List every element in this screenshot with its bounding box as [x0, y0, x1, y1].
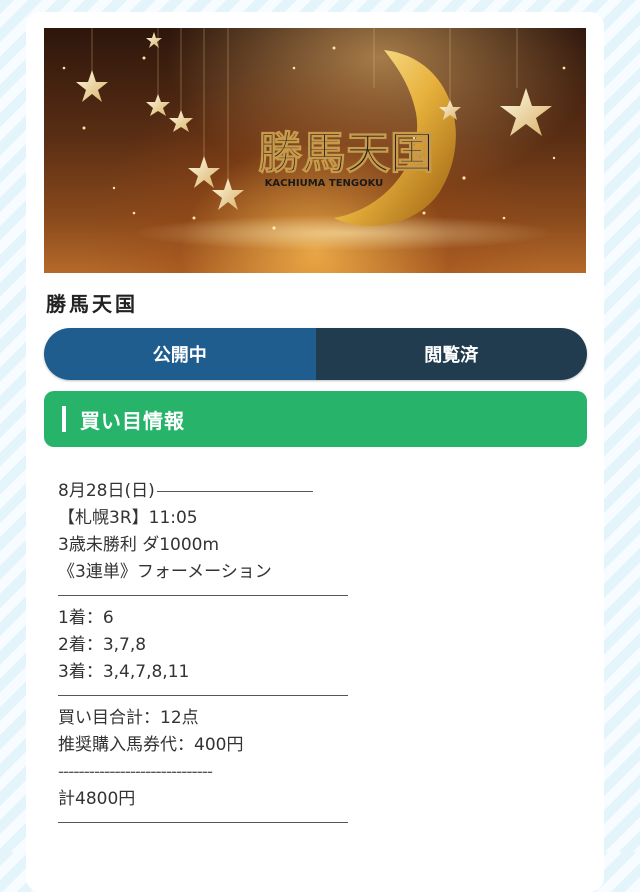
- divider: [156, 491, 313, 492]
- banner-logo-text: 勝馬天国: [258, 128, 434, 179]
- banner-logo-subtext: KACHIUMA TENGOKU: [265, 178, 384, 189]
- bet-type: 《3連単》フォーメーション: [58, 562, 272, 582]
- tab-public[interactable]: 公開中: [44, 328, 316, 380]
- divider: [58, 595, 348, 596]
- second-place: 2着：3,7,8: [58, 635, 147, 655]
- race-card: 勝馬天国 KACHIUMA TENGOKU 勝馬天国 公開中 閲覧済 買い目情報…: [26, 12, 604, 892]
- race-date-line: 8月28日(日): [58, 478, 358, 505]
- race-date: 8月28日(日): [58, 481, 155, 501]
- tab-bar: 公開中 閲覧済: [44, 328, 587, 380]
- tab-viewed[interactable]: 閲覧済: [315, 328, 587, 380]
- race-name: 【札幌3R】11:05: [58, 508, 198, 528]
- total-cost: 計4800円: [58, 789, 136, 809]
- section-header: 買い目情報: [44, 391, 587, 447]
- third-place: 3着：3,4,7,8,11: [58, 662, 190, 682]
- divider: [58, 695, 348, 696]
- first-place: 1着：6: [58, 608, 114, 628]
- recommended-amount: 推奨購入馬券代：400円: [58, 735, 244, 755]
- race-condition: 3歳未勝利 ダ1000m: [58, 535, 220, 555]
- divider: [58, 822, 348, 823]
- total-points: 買い目合計：12点: [58, 708, 199, 728]
- bet-info: 8月28日(日) 【札幌3R】11:05 3歳未勝利 ダ1000m 《3連単》フ…: [58, 478, 358, 832]
- banner-image: 勝馬天国 KACHIUMA TENGOKU: [44, 28, 586, 273]
- site-title: 勝馬天国: [46, 292, 138, 316]
- section-accent-bar: [62, 406, 66, 432]
- section-title: 買い目情報: [80, 408, 185, 433]
- dash-divider: ------------------------------: [58, 762, 213, 782]
